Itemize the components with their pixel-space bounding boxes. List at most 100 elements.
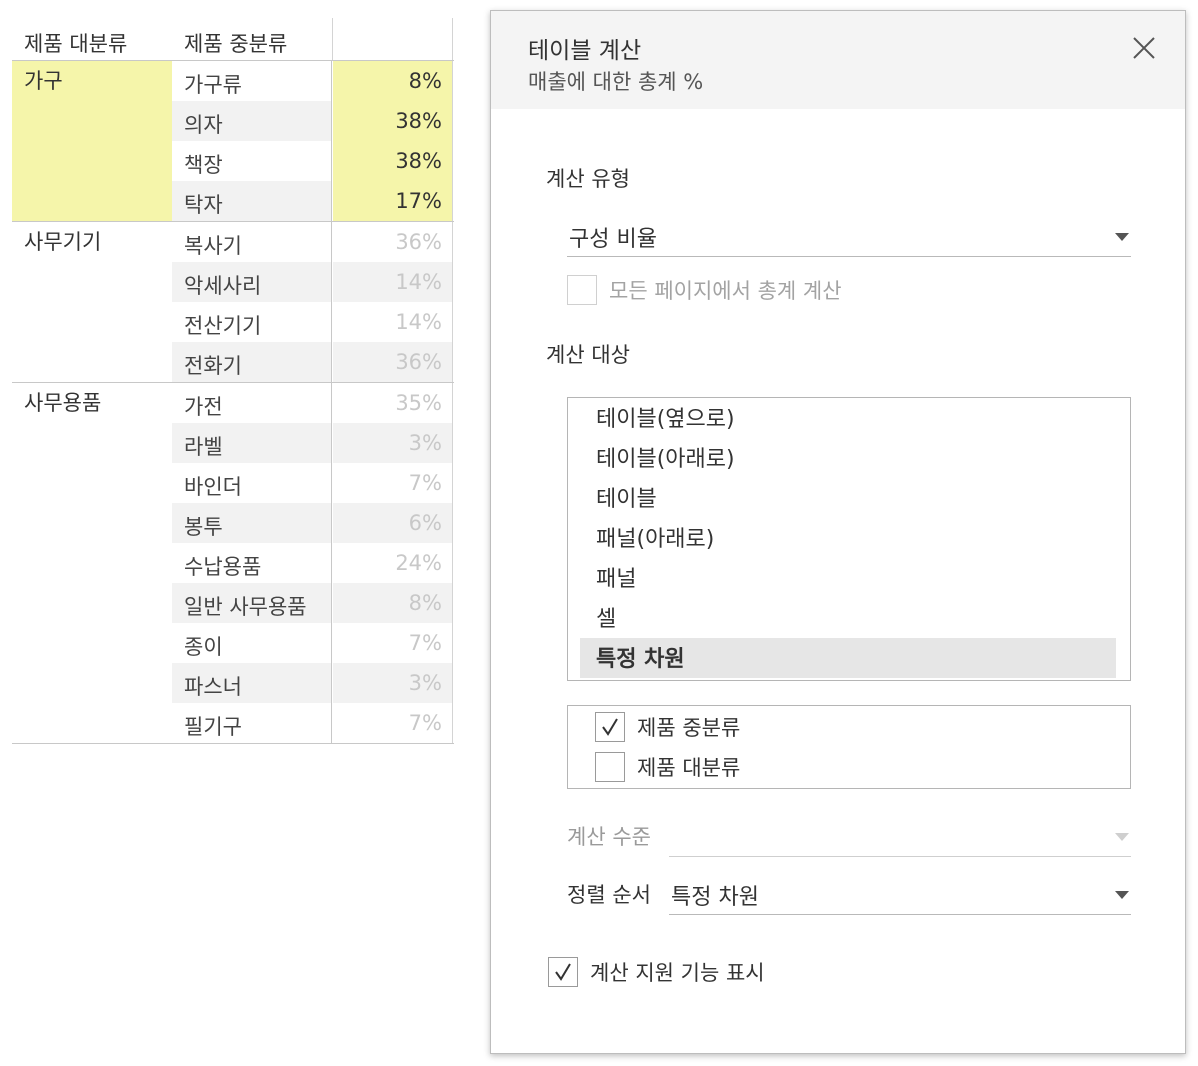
calc-type-dropdown[interactable]: 구성 비율 <box>567 217 1131 257</box>
all-pages-checkbox[interactable] <box>567 275 597 305</box>
table-row[interactable]: 필기구 7% <box>172 703 454 743</box>
subcategory-cell[interactable]: 봉투 <box>172 503 332 543</box>
sort-value: 특정 차원 <box>671 885 759 910</box>
table-row[interactable]: 책장 38% <box>172 141 454 181</box>
level-dropdown[interactable] <box>669 817 1131 857</box>
table-row[interactable]: 파스너 3% <box>172 663 454 703</box>
subcategory-cell[interactable]: 악세사리 <box>172 262 332 302</box>
header-divider <box>332 18 333 60</box>
group-label[interactable]: 가구 <box>12 61 172 221</box>
list-item[interactable]: 패널(아래로) <box>580 518 1116 558</box>
value-cell[interactable]: 36% <box>333 222 453 262</box>
table-row[interactable]: 종이 7% <box>172 623 454 663</box>
table-row[interactable]: 바인더 7% <box>172 463 454 503</box>
value-cell[interactable]: 17% <box>333 181 453 221</box>
sort-dropdown[interactable]: 특정 차원 <box>669 875 1131 915</box>
value-cell[interactable]: 38% <box>333 101 453 141</box>
group-label[interactable]: 사무용품 <box>12 383 172 743</box>
table-row[interactable]: 복사기 36% <box>172 222 454 262</box>
list-item[interactable]: 패널 <box>580 558 1116 598</box>
sort-label: 정렬 순서 <box>567 883 651 907</box>
show-assist-checkbox-row[interactable]: 계산 지원 기능 표시 <box>548 957 765 987</box>
level-label: 계산 수준 <box>567 825 651 849</box>
dialog-subtitle: 매출에 대한 총계 % <box>528 70 704 94</box>
dimensions-list: 제품 중분류 제품 대분류 <box>567 705 1131 789</box>
value-cell[interactable]: 35% <box>333 383 453 423</box>
subcategory-cell[interactable]: 수납용품 <box>172 543 332 583</box>
value-cell[interactable]: 14% <box>333 302 453 342</box>
subcategory-cell[interactable]: 전화기 <box>172 342 332 382</box>
table-row[interactable]: 전산기기 14% <box>172 302 454 342</box>
subcategory-cell[interactable]: 파스너 <box>172 663 332 703</box>
subcategory-cell[interactable]: 전산기기 <box>172 302 332 342</box>
table-calculation-dialog: 테이블 계산 매출에 대한 총계 % 계산 유형 구성 비율 모든 페이지에서 … <box>490 10 1186 1054</box>
subcategory-cell[interactable]: 책장 <box>172 141 332 181</box>
value-cell[interactable]: 3% <box>333 423 453 463</box>
header-divider <box>452 18 453 60</box>
list-item[interactable]: 테이블(아래로) <box>580 438 1116 478</box>
all-pages-label: 모든 페이지에서 총계 계산 <box>609 279 842 303</box>
dimension-checkbox-row[interactable]: 제품 대분류 <box>595 752 740 782</box>
table-row[interactable]: 악세사리 14% <box>172 262 454 302</box>
value-cell[interactable]: 8% <box>333 583 453 623</box>
chevron-down-icon <box>1115 891 1129 899</box>
group-furniture: 가구 가구류 8% 의자 38% 책장 38% 탁자 17% <box>12 60 454 221</box>
subcategory-cell[interactable]: 일반 사무용품 <box>172 583 332 623</box>
table-row[interactable]: 수납용품 24% <box>172 543 454 583</box>
header-subcategory[interactable]: 제품 중분류 <box>184 28 287 58</box>
show-assist-checkbox[interactable] <box>548 957 578 987</box>
dimension-checkbox[interactable] <box>595 712 625 742</box>
table-row[interactable]: 탁자 17% <box>172 181 454 221</box>
subcategory-cell[interactable]: 가구류 <box>172 61 332 101</box>
group-office-supplies: 사무용품 가전 35% 라벨 3% 바인더 7% 봉투 6% 수납용품 24% 일반 사무… <box>12 382 454 744</box>
table-row[interactable]: 일반 사무용품 8% <box>172 583 454 623</box>
value-cell[interactable]: 14% <box>333 262 453 302</box>
checkmark-icon <box>555 963 571 981</box>
chevron-down-icon <box>1115 833 1129 841</box>
value-cell[interactable]: 24% <box>333 543 453 583</box>
subcategory-cell[interactable]: 바인더 <box>172 463 332 503</box>
calc-type-label: 계산 유형 <box>546 167 630 191</box>
value-cell[interactable]: 6% <box>333 503 453 543</box>
table-row[interactable]: 봉투 6% <box>172 503 454 543</box>
value-cell[interactable]: 7% <box>333 463 453 503</box>
group-label[interactable]: 사무기기 <box>12 222 172 382</box>
subcategory-cell[interactable]: 복사기 <box>172 222 332 262</box>
list-item-selected[interactable]: 특정 차원 <box>580 638 1116 678</box>
compute-using-list[interactable]: 테이블(옆으로) 테이블(아래로) 테이블 패널(아래로) 패널 셀 특정 차원 <box>567 397 1131 681</box>
close-icon[interactable] <box>1129 33 1159 63</box>
show-assist-label: 계산 지원 기능 표시 <box>590 961 765 985</box>
all-pages-checkbox-row[interactable]: 모든 페이지에서 총계 계산 <box>567 275 842 305</box>
subcategory-cell[interactable]: 종이 <box>172 623 332 663</box>
value-cell[interactable]: 36% <box>333 342 453 382</box>
subcategory-cell[interactable]: 가전 <box>172 383 332 423</box>
table-row[interactable]: 라벨 3% <box>172 423 454 463</box>
crosstab-header: 제품 대분류 제품 중분류 <box>12 18 454 60</box>
value-cell[interactable]: 7% <box>333 623 453 663</box>
value-cell[interactable]: 7% <box>333 703 453 743</box>
value-cell[interactable]: 8% <box>333 61 453 101</box>
group-office-machines: 사무기기 복사기 36% 악세사리 14% 전산기기 14% 전화기 36% <box>12 221 454 382</box>
table-row[interactable]: 전화기 36% <box>172 342 454 382</box>
list-item[interactable]: 테이블(옆으로) <box>580 398 1116 438</box>
crosstab: 제품 대분류 제품 중분류 가구 가구류 8% 의자 38% 책장 38% 탁자 17%… <box>12 18 454 744</box>
header-category[interactable]: 제품 대분류 <box>24 28 127 58</box>
compute-using-label: 계산 대상 <box>546 343 630 367</box>
calc-type-value: 구성 비율 <box>569 227 657 252</box>
subcategory-cell[interactable]: 의자 <box>172 101 332 141</box>
dimension-checkbox-row[interactable]: 제품 중분류 <box>595 712 740 742</box>
list-item[interactable]: 셀 <box>580 598 1116 638</box>
dimension-label: 제품 대분류 <box>637 756 741 780</box>
dimension-checkbox[interactable] <box>595 752 625 782</box>
subcategory-cell[interactable]: 필기구 <box>172 703 332 743</box>
table-row[interactable]: 가구류 8% <box>172 61 454 101</box>
subcategory-cell[interactable]: 탁자 <box>172 181 332 221</box>
table-row[interactable]: 의자 38% <box>172 101 454 141</box>
dialog-title: 테이블 계산 <box>528 38 642 64</box>
table-row[interactable]: 가전 35% <box>172 383 454 423</box>
dialog-header: 테이블 계산 매출에 대한 총계 % <box>491 11 1185 109</box>
value-cell[interactable]: 3% <box>333 663 453 703</box>
subcategory-cell[interactable]: 라벨 <box>172 423 332 463</box>
value-cell[interactable]: 38% <box>333 141 453 181</box>
list-item[interactable]: 테이블 <box>580 478 1116 518</box>
